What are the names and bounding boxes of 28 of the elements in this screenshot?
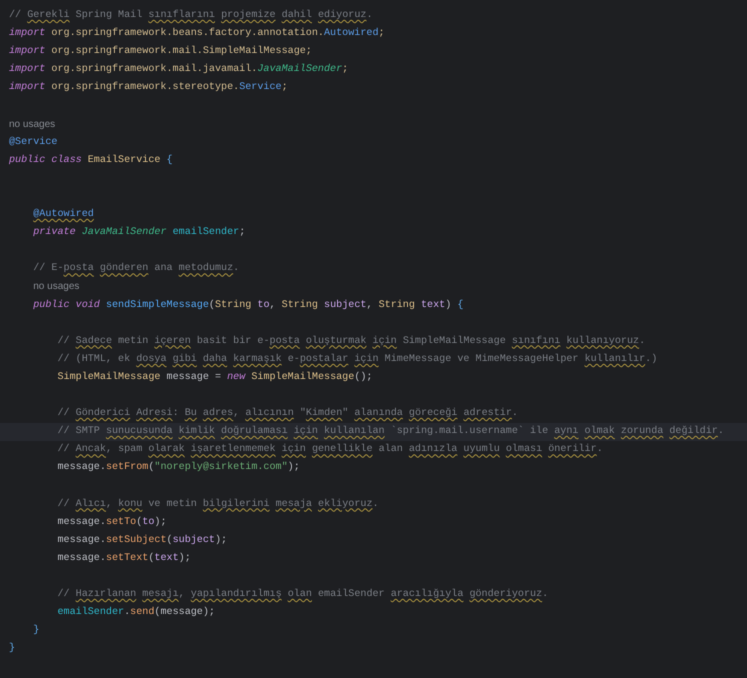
- code-line: // Alıcı, konu ve metin bilgilerini mesaja ekliyoruz.: [56, 498, 379, 512]
- code-line: emailSender.send(message);: [56, 606, 215, 620]
- code-line: message.setText(text);: [56, 552, 191, 566]
- code-line: @Autowired: [32, 208, 94, 222]
- code-line: @Service: [9, 136, 58, 150]
- code-line: // Ancak, spam olarak işaretlenmemek için genellikle alan adınızla uyumlu olması önerilir.: [56, 442, 603, 458]
- code-line: import org.springframework.mail.javamail.JavaMailSender;: [9, 62, 348, 78]
- code-line: public class EmailService {: [9, 154, 173, 168]
- code-line: import org.springframework.stereotype.Service;: [9, 80, 288, 96]
- code-line: // Gerekli Spring Mail sınıflarını projemize dahil ediyoruz.: [9, 8, 373, 23]
- code-line: public void sendSimpleMessage(String to, String subject, String text) {: [32, 298, 464, 312]
- code-line: // E-posta gönderen ana metodumuz.: [32, 262, 240, 276]
- code-line: import org.springframework.mail.SimpleMailMessage;: [9, 44, 312, 60]
- usage-hint: no usages: [32, 280, 80, 294]
- code-line: // Gönderici Adresi: Bu adres, alıcının "Kimden" alanında göreceği adrestir.: [56, 406, 518, 422]
- code-line: message.setTo(to);: [56, 516, 167, 530]
- code-line: }: [9, 642, 16, 656]
- code-line: import org.springframework.beans.factory.annotation.Autowired;: [9, 26, 385, 42]
- code-line: // Sadece metin içeren basit bir e-posta oluşturmak için SimpleMailMessage sınıfını kullanıyoruz.: [56, 334, 646, 349]
- code-line: SimpleMailMessage message = new SimpleMailMessage();: [56, 370, 372, 385]
- code-line: // SMTP sunucusunda kimlik doğrulaması için kullanılan `spring.mail.username` ile aynı olmak zorunda değildir.: [56, 424, 724, 440]
- code-line: message.setSubject(subject);: [56, 534, 228, 548]
- usage-hint: no usages: [9, 118, 56, 132]
- code-line: // Hazırlanan mesajı, yapılandırılmış olan emailSender aracılığıyla gönderiyoruz.: [56, 588, 548, 602]
- code-line: message.setFrom("noreply@sirketim.com");: [56, 460, 300, 476]
- code-line: private JavaMailSender emailSender;: [32, 226, 246, 240]
- code-line: // (HTML, ek dosya gibi daha karmaşık e-postalar için MimeMessage ve MimeMessageHelper kullanılır.): [56, 352, 658, 367]
- code-line: }: [32, 624, 40, 638]
